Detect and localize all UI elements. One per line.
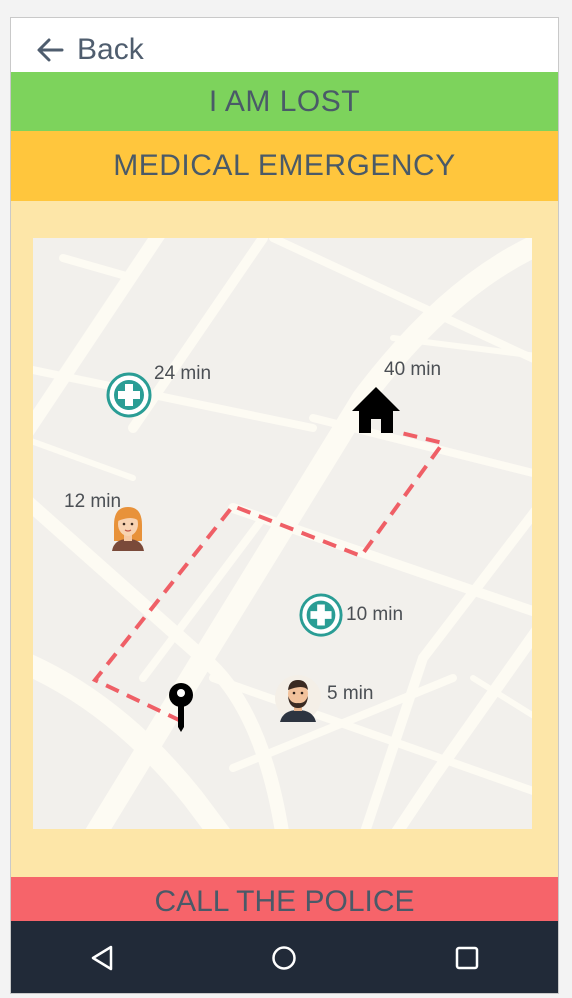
map[interactable]: 24 min 40 min 12 min 10 min 5 min (33, 238, 532, 829)
hospital-2-time: 10 min (346, 604, 404, 625)
hospital-cross-icon[interactable] (298, 592, 344, 638)
location-pin-icon[interactable] (167, 681, 195, 733)
back-button[interactable]: Back (35, 32, 144, 68)
app-frame: Back I AM LOST MEDICAL EMERGENCY 24 min … (10, 17, 559, 994)
android-nav-bar (11, 921, 558, 993)
top-bar: Back (11, 18, 558, 72)
person-male-icon[interactable] (275, 674, 321, 722)
home-time: 40 min (384, 359, 442, 380)
recents-square-icon (455, 946, 479, 970)
call-police-button[interactable]: CALL THE POLICE (11, 877, 558, 921)
back-triangle-icon (91, 945, 113, 971)
map-panel: 24 min 40 min 12 min 10 min 5 min (11, 201, 558, 877)
arrow-left-icon (37, 38, 64, 62)
i-am-lost-button[interactable]: I AM LOST (11, 72, 558, 131)
person-male-time: 5 min (327, 683, 374, 704)
hospital-cross-icon[interactable] (105, 371, 153, 419)
person-female-time: 12 min (64, 491, 122, 512)
nav-back-button[interactable] (82, 938, 122, 978)
back-label: Back (77, 33, 144, 66)
home-circle-icon (272, 946, 297, 970)
nav-recents-button[interactable] (447, 938, 487, 978)
medical-emergency-button[interactable]: MEDICAL EMERGENCY (11, 131, 558, 201)
hospital-1-time: 24 min (154, 363, 212, 384)
medical-emergency-label: MEDICAL EMERGENCY (113, 149, 456, 182)
i-am-lost-label: I AM LOST (208, 84, 361, 118)
nav-home-button[interactable] (264, 938, 304, 978)
home-icon[interactable] (350, 385, 402, 435)
call-police-label: CALL THE POLICE (154, 885, 415, 918)
